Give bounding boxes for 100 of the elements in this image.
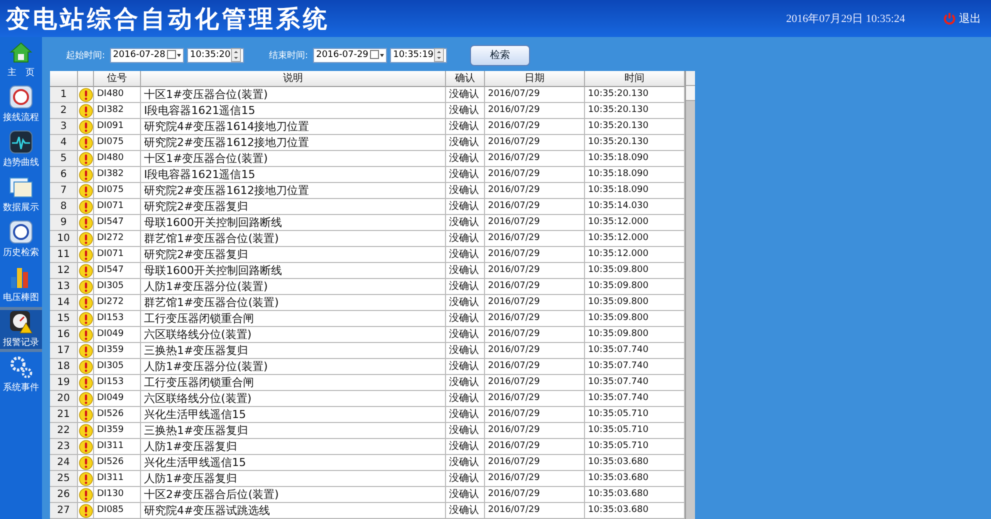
sidebar-item[interactable]: 报警记录 [0,307,42,352]
spinner-arrows-icon [231,48,242,62]
warning-icon [78,360,92,374]
warning-icon [78,392,92,406]
table-cell: 没确认 [446,487,485,503]
table-cell: 工行变压器闭锁重合闸 [141,311,446,327]
table-cell: 十区2#变压器合后位(装置) [141,487,446,503]
table-cell: 2016/07/29 [485,215,585,231]
table-cell: 2016/07/29 [485,183,585,199]
table-cell: 没确认 [446,503,485,519]
table-cell: 2016/07/29 [485,407,585,423]
search-button[interactable]: 检索 [470,44,530,66]
gears-icon [9,355,33,379]
gauge-warning-icon [9,310,33,334]
table-cell: DI153 [94,375,141,391]
table-cell: 没确认 [446,311,485,327]
table-cell: DI085 [94,503,141,519]
start-time-spinner[interactable]: 10:35:20 [187,48,244,62]
table-cell: 没确认 [446,455,485,471]
table-cell: 2016/07/29 [485,455,585,471]
table-cell: 兴化生活甲线遥信15 [141,407,446,423]
exit-button[interactable]: 退出 [943,11,981,26]
row-number: 27 [50,503,78,519]
end-time-spinner[interactable]: 10:35:19 [390,48,448,62]
table-cell: DI130 [94,487,141,503]
table-cell: 没确认 [446,199,485,215]
warning-icon [78,504,92,518]
row-number: 26 [50,487,78,503]
sidebar-item[interactable]: 电压棒图 [0,262,42,307]
table-cell: 2016/07/29 [485,151,585,167]
table-cell: 群艺馆1#变压器合位(装置) [141,231,446,247]
warning-icon [78,440,92,454]
table-cell: DI305 [94,279,141,295]
table-cell: I段电容器1621遥信15 [141,167,446,183]
sidebar-item[interactable]: 数据展示 [0,172,42,217]
table-cell: 研究院4#变压器1614接地刀位置 [141,119,446,135]
sidebar-item[interactable]: 接线流程 [0,82,42,127]
table-cell: 没确认 [446,391,485,407]
table-cell: 人防1#变压器复归 [141,439,446,455]
column-header[interactable]: 位号 [94,71,141,87]
warning-icon [78,152,92,166]
table-cell: 母联1600开关控制回路断线 [141,215,446,231]
table-cell: 2016/07/29 [485,119,585,135]
table-cell: 群艺馆1#变压器合位(装置) [141,295,446,311]
table-cell: 2016/07/29 [485,263,585,279]
table-cell: 没确认 [446,119,485,135]
table-cell: 2016/07/29 [485,103,585,119]
row-number: 6 [50,167,78,183]
table-cell: 没确认 [446,183,485,199]
row-number: 8 [50,199,78,215]
row-number: 17 [50,343,78,359]
table-cell: 研究院2#变压器复归 [141,199,446,215]
column-header[interactable]: 说明 [141,71,446,87]
table-cell: 没确认 [446,215,485,231]
table-cell: 2016/07/29 [485,503,585,519]
table-cell: DI272 [94,295,141,311]
sidebar-item[interactable]: 主 页 [0,37,42,82]
app-title: 变电站综合自动化管理系统 [6,4,330,34]
table-cell: 2016/07/29 [485,87,585,103]
table-cell: 没确认 [446,327,485,343]
row-number: 24 [50,455,78,471]
window-icon [9,175,33,199]
table-cell: 2016/07/29 [485,439,585,455]
sidebar-item[interactable]: 趋势曲线 [0,127,42,172]
house-icon [9,40,33,64]
table-cell: 没确认 [446,279,485,295]
icon-header-cell [78,71,94,87]
sidebar-item[interactable]: 系统事件 [0,352,42,397]
warning-icon [78,184,92,198]
table-cell: 2016/07/29 [485,135,585,151]
badge-icon [9,220,33,244]
start-date-picker[interactable]: 2016-07-28 [110,48,184,62]
table-cell: 人防1#变压器分位(装置) [141,359,446,375]
table-cell: 没确认 [446,87,485,103]
warning-icon [78,488,92,502]
warning-icon [78,264,92,278]
row-number: 4 [50,135,78,151]
column-header[interactable]: 时间 [585,71,685,87]
warning-icon [78,200,92,214]
table-cell: 三换热1#变压器复归 [141,343,446,359]
table-cell: 没确认 [446,231,485,247]
table-cell: DI526 [94,455,141,471]
table-cell: 2016/07/29 [485,375,585,391]
spinner-arrows-icon [434,48,444,62]
row-number: 5 [50,151,78,167]
table-cell: 没确认 [446,135,485,151]
table-cell: 六区联络线分位(装置) [141,327,446,343]
table-cell: DI305 [94,359,141,375]
table-cell: DI382 [94,103,141,119]
row-number: 13 [50,279,78,295]
table-cell: 没确认 [446,375,485,391]
sidebar-item[interactable]: 历史检索 [0,217,42,262]
row-number: 19 [50,375,78,391]
warning-icon [78,216,92,230]
table-cell: DI071 [94,199,141,215]
badge-icon [9,85,33,109]
end-date-picker[interactable]: 2016-07-29 [313,48,388,62]
column-header[interactable]: 日期 [485,71,585,87]
vertical-scrollbar[interactable] [685,71,695,519]
column-header[interactable]: 确认 [446,71,485,87]
